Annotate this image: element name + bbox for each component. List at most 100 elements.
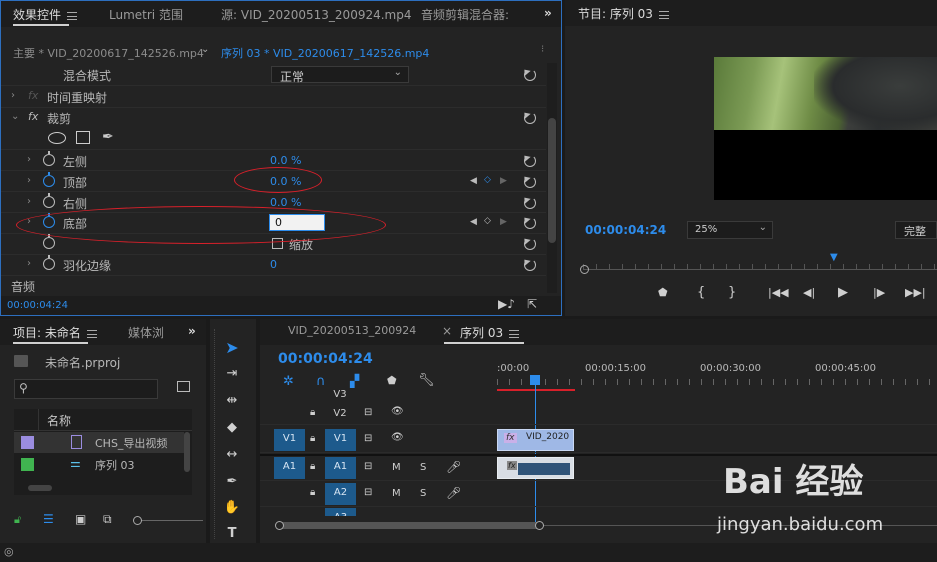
add-keyframe-icon[interactable]: ◇	[484, 175, 491, 185]
reset-icon[interactable]	[524, 69, 536, 81]
step-forward-icon[interactable]: |▶	[873, 286, 885, 299]
video-clip[interactable]: fx VID_2020	[497, 429, 574, 451]
label-color-swatch[interactable]	[21, 436, 34, 449]
close-icon[interactable]: ×	[442, 324, 452, 338]
playhead-handle[interactable]	[530, 375, 540, 385]
track-select-tool-icon[interactable]: ⇥	[223, 366, 241, 384]
razor-tool-icon[interactable]: ◆	[223, 420, 241, 438]
stopwatch-icon[interactable]	[43, 234, 55, 249]
eye-icon[interactable]: 👁︎	[391, 406, 404, 417]
stopwatch-icon[interactable]	[43, 172, 55, 187]
scrubber-start-handle[interactable]	[580, 265, 589, 274]
tab-project[interactable]: 项目: 未命名	[13, 324, 97, 341]
fx-icon[interactable]: fx	[28, 110, 38, 123]
master-clip-label[interactable]: 主要 * VID_20200617_142526.mp4	[13, 45, 204, 61]
tab-lumetri-scopes[interactable]: Lumetri 范围	[109, 6, 183, 23]
lock-icon[interactable]: 🔓︎	[14, 513, 21, 527]
column-name-header[interactable]: 名称	[47, 412, 71, 429]
more-tabs-icon[interactable]: »	[544, 6, 552, 20]
reset-icon[interactable]	[524, 112, 536, 124]
ellipse-mask-icon[interactable]	[48, 132, 66, 144]
play-icon[interactable]: ▶	[838, 285, 848, 300]
add-keyframe-icon[interactable]: ◇	[484, 216, 491, 226]
program-scrubber[interactable]: ▼	[580, 252, 937, 274]
panel-menu-icon[interactable]	[86, 329, 97, 338]
snap-insert-icon[interactable]: ✲	[283, 374, 294, 389]
program-monitor-title[interactable]: 节目: 序列 03	[578, 5, 669, 22]
freeform-view-icon[interactable]: ⧉	[103, 512, 112, 527]
chevron-right-icon[interactable]: ›	[27, 175, 31, 186]
prev-keyframe-icon[interactable]: ◀	[470, 176, 477, 186]
pen-tool-icon[interactable]: ✒	[223, 474, 241, 492]
tab-media-browser[interactable]: 媒体浏	[128, 324, 164, 341]
reset-icon[interactable]	[524, 197, 536, 209]
time-ruler[interactable]: :00:00 00:00:15:00 00:00:30:00 00:00:45:…	[497, 357, 937, 393]
mark-in-icon[interactable]: {	[697, 285, 705, 300]
microphone-icon[interactable]: 🎤︎	[446, 486, 461, 500]
zoom-slider[interactable]	[133, 516, 203, 525]
feather-value[interactable]: 0	[270, 258, 277, 271]
ripple-edit-tool-icon[interactable]: ⇹	[223, 393, 241, 411]
sync-lock-icon[interactable]: ⊟	[364, 461, 372, 472]
lock-icon[interactable]: 🔒︎	[310, 487, 315, 498]
chevron-right-icon[interactable]: ›	[27, 196, 31, 207]
linked-selection-icon[interactable]: ▞	[350, 374, 359, 388]
reset-icon[interactable]	[524, 176, 536, 188]
pen-mask-icon[interactable]: ✒	[102, 129, 114, 145]
hand-tool-icon[interactable]: ✋	[223, 500, 241, 518]
cloud-sync-icon[interactable]: ◎	[4, 545, 14, 558]
playhead-marker[interactable]: ▼	[830, 252, 838, 263]
blend-mode-select[interactable]: 正常 ⌄	[271, 66, 409, 84]
next-keyframe-icon[interactable]: ▶	[500, 176, 507, 186]
play-audio-icon[interactable]: ▶♪	[498, 297, 515, 311]
sync-lock-icon[interactable]: ⊟	[364, 433, 372, 444]
list-view-icon[interactable]: ☰	[43, 512, 54, 526]
audio-clip[interactable]: fx	[497, 457, 574, 479]
source-patch-v1[interactable]: V1	[274, 429, 305, 451]
rectangle-mask-icon[interactable]	[76, 131, 90, 144]
chevron-right-icon[interactable]: ›	[11, 90, 15, 101]
tab-source-sequence[interactable]: VID_20200513_200924	[288, 324, 416, 337]
scrollbar-start-handle[interactable]	[275, 521, 284, 530]
video-preview[interactable]	[714, 57, 937, 200]
quality-select[interactable]: 完整	[895, 221, 937, 239]
more-tabs-icon[interactable]: »	[188, 324, 196, 338]
slip-tool-icon[interactable]: ↔	[223, 447, 241, 465]
icon-view-icon[interactable]: ▣	[75, 512, 86, 526]
tab-sequence[interactable]: 序列 03	[460, 324, 520, 341]
horizontal-scrollbar[interactable]	[28, 485, 52, 491]
prev-keyframe-icon[interactable]: ◀	[470, 217, 477, 227]
timeline-timecode[interactable]: 00:00:04:24	[278, 351, 373, 367]
microphone-icon[interactable]: 🎤︎	[446, 460, 461, 474]
type-tool-icon[interactable]: T	[223, 526, 241, 544]
snap-magnet-icon[interactable]: ∩	[316, 374, 326, 389]
reset-icon[interactable]	[524, 217, 536, 229]
sequence-clip-label[interactable]: 序列 03 * VID_20200617_142526.mp4	[221, 45, 429, 61]
stopwatch-icon[interactable]	[43, 193, 55, 208]
tab-audio-clip-mixer[interactable]: 音频剪辑混合器:	[421, 6, 509, 23]
label-color-swatch[interactable]	[21, 458, 34, 471]
lock-icon[interactable]: 🔒︎	[310, 461, 315, 472]
list-item[interactable]: CHS_导出视频	[14, 432, 184, 453]
eye-icon[interactable]: 👁︎	[391, 432, 404, 443]
track-name-a2[interactable]: A2	[325, 483, 356, 505]
track-name-v2[interactable]: V2	[332, 408, 348, 419]
scrollbar-thumb[interactable]	[278, 522, 540, 529]
stopwatch-icon[interactable]	[43, 151, 55, 166]
go-to-out-icon[interactable]: ▶▶|	[905, 286, 926, 299]
new-bin-icon[interactable]	[177, 381, 190, 392]
track-name-a3[interactable]: A3	[325, 508, 356, 516]
effect-controls-timecode[interactable]: 00:00:04:24	[7, 300, 68, 311]
chevron-down-icon[interactable]: ⌄	[11, 111, 19, 122]
crop-left-value[interactable]: 0.0 %	[270, 154, 301, 167]
selection-tool-icon[interactable]: ➤	[223, 338, 241, 357]
step-back-icon[interactable]: ◀|	[803, 286, 815, 299]
chevron-down-icon[interactable]: ⌄	[201, 44, 209, 55]
add-marker-icon[interactable]: ⬟	[658, 286, 668, 299]
zoom-slider-handle[interactable]	[133, 516, 142, 525]
tab-effect-controls[interactable]: 效果控件	[13, 6, 78, 23]
work-area-bar[interactable]	[497, 389, 575, 391]
reset-icon[interactable]	[524, 238, 536, 250]
project-search-input[interactable]: ⚲	[14, 379, 158, 399]
solo-button[interactable]: S	[420, 488, 426, 499]
